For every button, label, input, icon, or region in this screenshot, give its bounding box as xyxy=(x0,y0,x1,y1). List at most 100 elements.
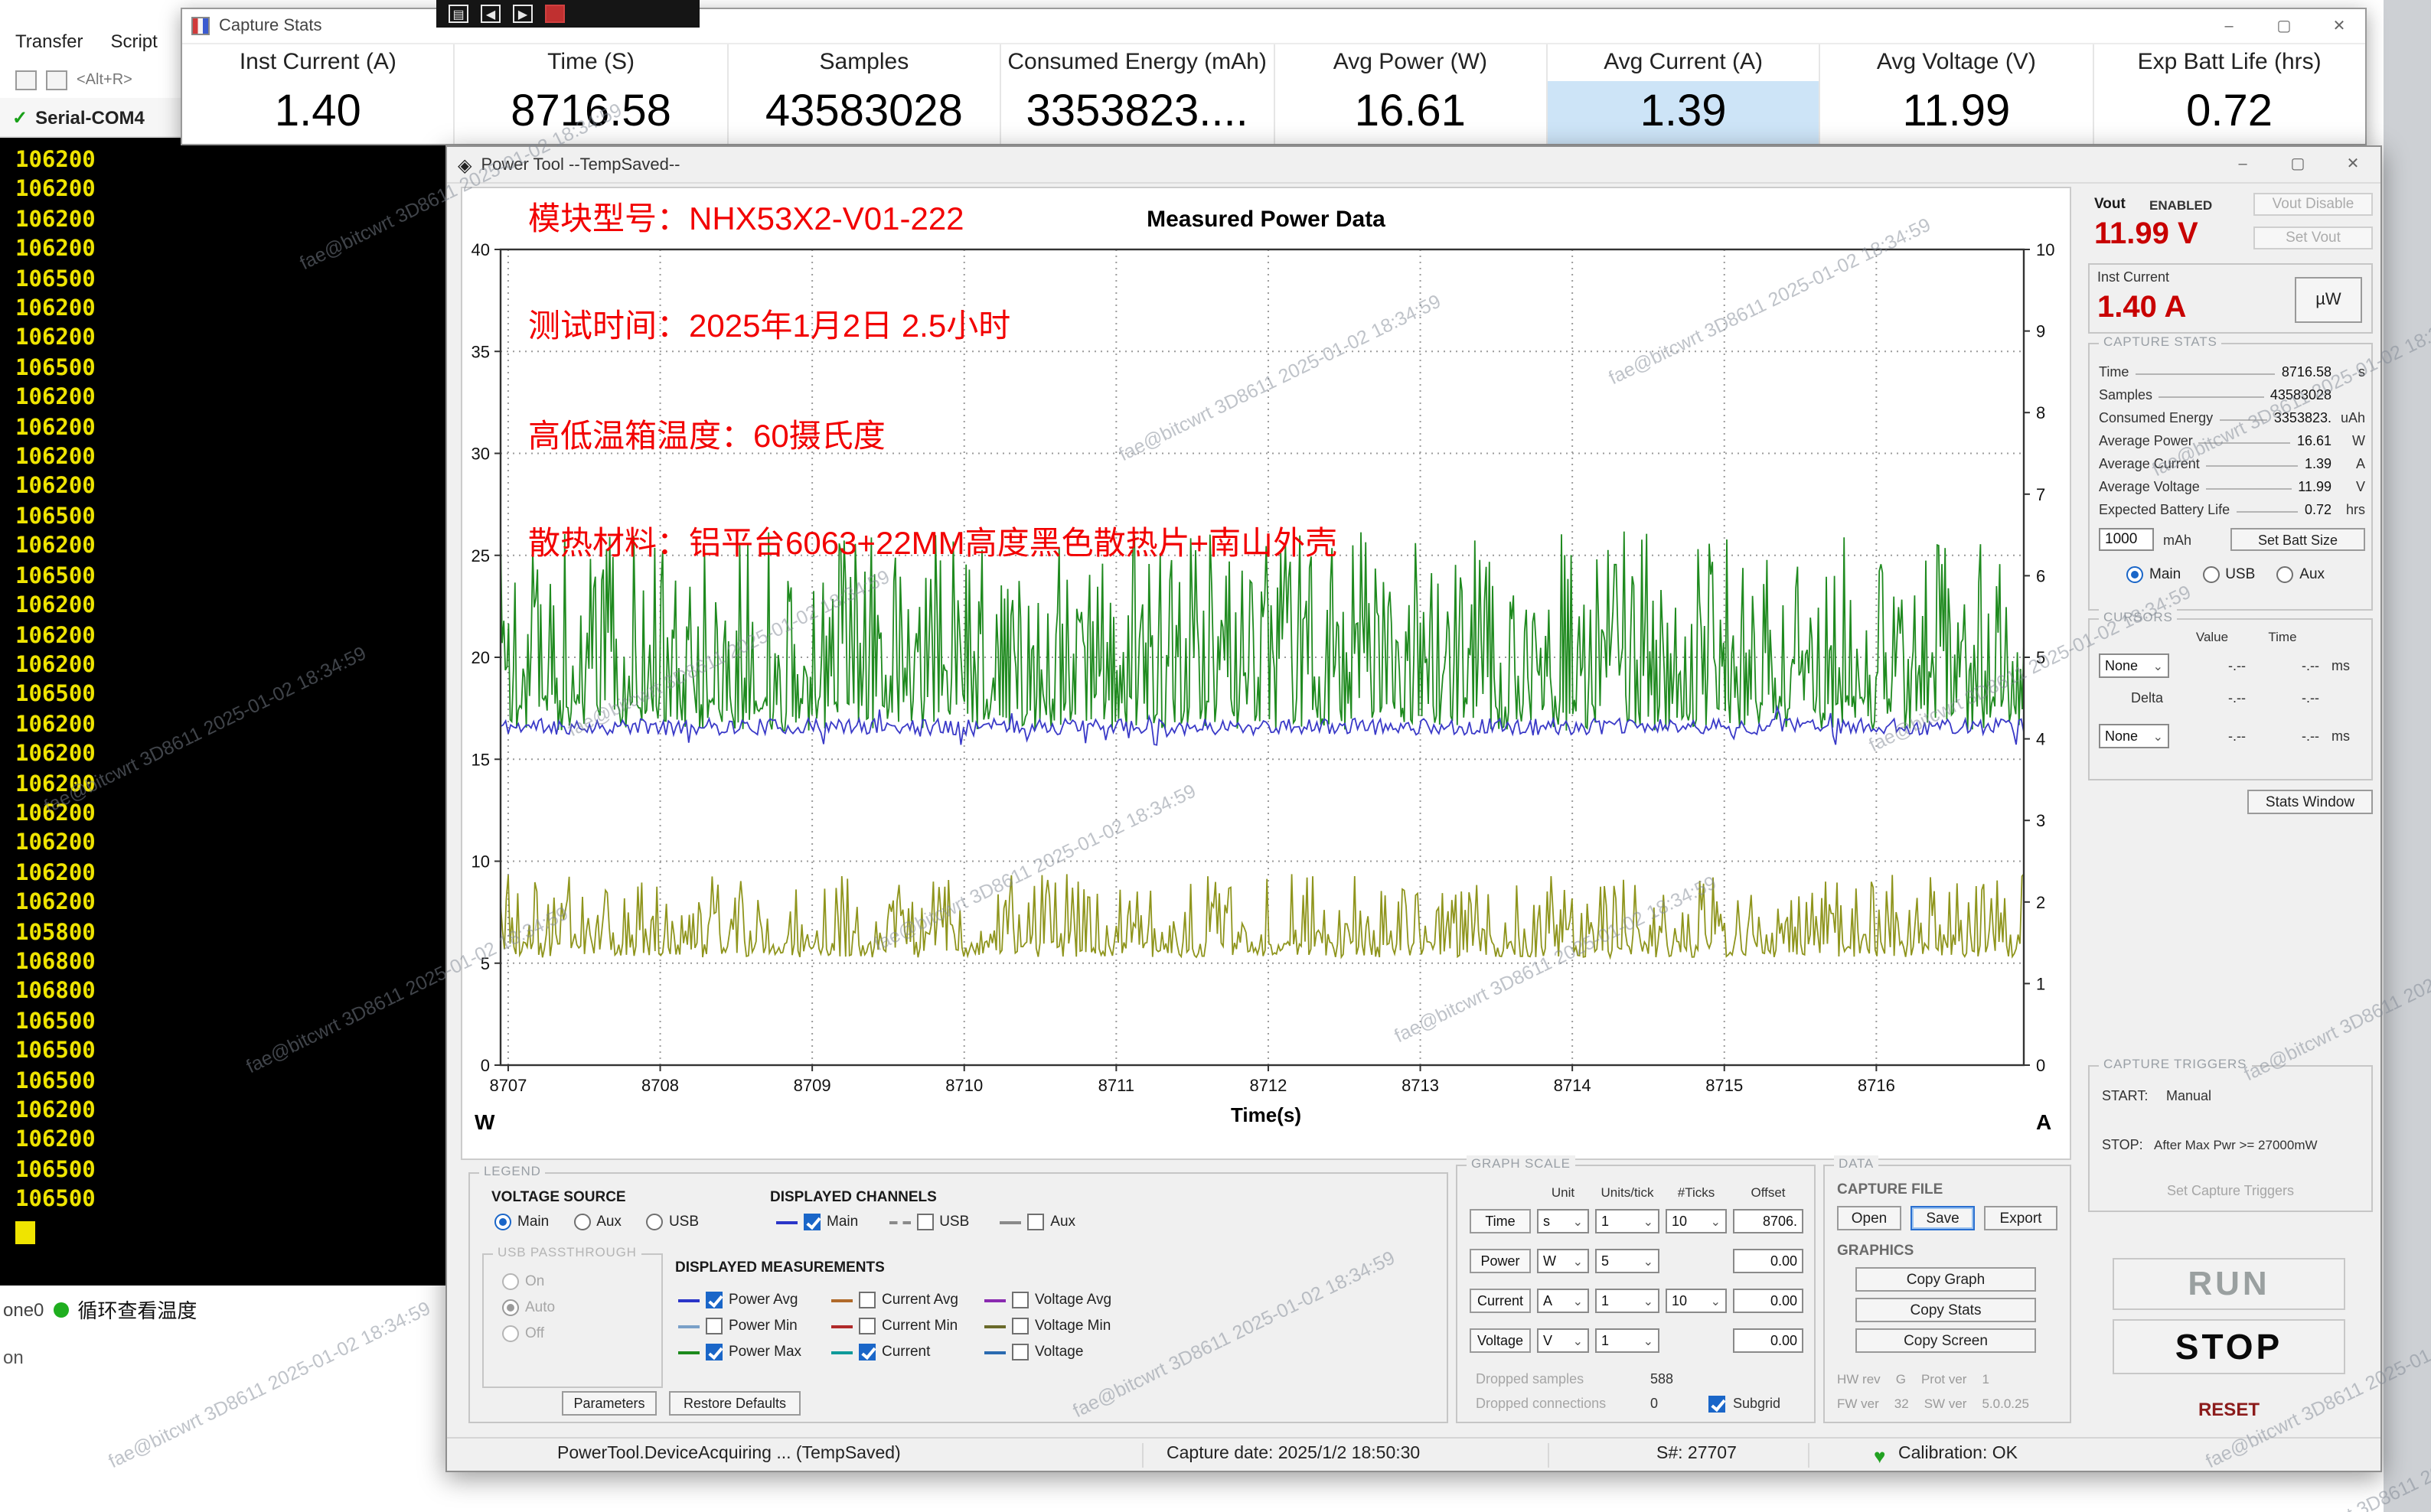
floating-toolbar: ▤ ◀ ▶ xyxy=(436,0,700,28)
stop-button[interactable]: STOP xyxy=(2113,1319,2345,1374)
open-button[interactable]: Open xyxy=(1837,1206,1901,1230)
offset-input[interactable]: 8706. xyxy=(1733,1209,1803,1233)
cursor1-select[interactable]: None xyxy=(2099,653,2169,678)
offset-input[interactable]: 0.00 xyxy=(1733,1289,1803,1313)
displayed-channels-options: Main USB Aux xyxy=(776,1214,1075,1230)
units-per-tick-dropdown[interactable]: 1 xyxy=(1595,1209,1659,1233)
stat-row: Average Power16.61W xyxy=(2096,425,2368,448)
paste-icon[interactable] xyxy=(46,70,67,90)
minimize-button[interactable]: – xyxy=(2226,156,2260,173)
ticks-dropdown[interactable]: 10 xyxy=(1666,1209,1727,1233)
radio-option-aux[interactable]: Aux xyxy=(573,1214,622,1230)
restore-defaults-button[interactable]: Restore Defaults xyxy=(669,1391,801,1416)
channel-option-aux[interactable]: Aux xyxy=(1000,1214,1075,1230)
scale-row-label[interactable]: Voltage xyxy=(1470,1328,1531,1353)
set-vout-button[interactable]: Set Vout xyxy=(2253,226,2373,249)
maximize-button[interactable]: ▢ xyxy=(2267,18,2301,34)
parameters-button[interactable]: Parameters xyxy=(562,1391,657,1416)
stat-column: Consumed Energy (mAh)3353823.... xyxy=(1001,44,1274,144)
stat-row-label: Average Power xyxy=(2099,433,2193,448)
radio-option-usb[interactable]: USB xyxy=(2202,566,2255,583)
svg-text:10: 10 xyxy=(2036,240,2054,259)
measurement-option-voltage-min[interactable]: Voltage Min xyxy=(984,1313,1137,1339)
unit-dropdown[interactable]: A xyxy=(1537,1289,1589,1313)
stat-column-value: 1.40 xyxy=(182,81,454,144)
measurement-option-current-min[interactable]: Current Min xyxy=(831,1313,984,1339)
measurement-option-power-avg[interactable]: Power Avg xyxy=(678,1287,831,1313)
power-tool-titlebar[interactable]: ◈ Power Tool --TempSaved-- – ▢ ✕ xyxy=(447,147,2380,184)
radio-icon xyxy=(573,1214,590,1230)
record-icon[interactable] xyxy=(545,5,565,23)
set-capture-triggers-button[interactable]: Set Capture Triggers xyxy=(2090,1183,2371,1198)
stat-column-value: 1.39 xyxy=(1548,81,1819,144)
cursor2-select[interactable]: None xyxy=(2099,724,2169,748)
measurement-option-current-avg[interactable]: Current Avg xyxy=(831,1287,984,1313)
grid-icon[interactable]: ▤ xyxy=(449,5,468,23)
copy-graph-button[interactable]: Copy Graph xyxy=(1855,1267,2036,1292)
offset-input[interactable]: 0.00 xyxy=(1733,1249,1803,1273)
series-dash-icon xyxy=(678,1299,700,1302)
radio-option-main[interactable]: Main xyxy=(494,1214,549,1230)
svg-text:0: 0 xyxy=(481,1056,490,1075)
checkbox-label: Voltage Min xyxy=(1035,1318,1111,1334)
scale-row-label[interactable]: Current xyxy=(1470,1289,1531,1313)
measurement-option-current[interactable]: Current xyxy=(831,1339,984,1365)
annotation-test-time: 测试时间：2025年1月2日 2.5小时 xyxy=(528,301,1010,347)
ticks-dropdown[interactable]: 10 xyxy=(1666,1289,1727,1313)
measurement-option-voltage[interactable]: Voltage xyxy=(984,1339,1137,1365)
terminal-line: 106200 xyxy=(15,622,453,652)
terminal-line: 106500 xyxy=(15,682,453,712)
unit-dropdown[interactable]: s xyxy=(1537,1209,1589,1233)
radio-option-off[interactable]: Off xyxy=(502,1325,555,1342)
offset-input[interactable]: 0.00 xyxy=(1733,1328,1803,1353)
minimize-button[interactable]: – xyxy=(2212,18,2246,34)
screen: Transfer Script T <Alt+R> ✓ Serial-COM4 … xyxy=(0,0,2431,1512)
capture-stats-window: Capture Stats – ▢ ✕ Inst Current (A)1.40… xyxy=(181,8,2367,145)
back-icon[interactable]: ◀ xyxy=(481,5,501,23)
measurement-option-power-min[interactable]: Power Min xyxy=(678,1313,831,1339)
save-button[interactable]: Save xyxy=(1911,1206,1975,1230)
stats-window-button[interactable]: Stats Window xyxy=(2247,790,2373,814)
terminal-output[interactable]: 1062001062001062001062001065001062001062… xyxy=(0,138,453,1286)
graph-scale-caption: GRAPH SCALE xyxy=(1467,1155,1575,1171)
scale-row-label[interactable]: Power xyxy=(1470,1249,1531,1273)
measurement-option-power-max[interactable]: Power Max xyxy=(678,1339,831,1365)
battery-size-input[interactable]: 1000 xyxy=(2099,528,2154,551)
channel-option-usb[interactable]: USB xyxy=(889,1214,969,1230)
voltage-source-label: VOLTAGE SOURCE xyxy=(491,1189,626,1206)
menu-script[interactable]: Script xyxy=(110,31,157,52)
graph-scale-row: VoltageV1 0.00 xyxy=(1470,1328,1803,1353)
svg-text:0: 0 xyxy=(2036,1056,2045,1075)
copy-screen-button[interactable]: Copy Screen xyxy=(1855,1328,2036,1353)
tab-serial-com4[interactable]: Serial-COM4 xyxy=(35,106,145,128)
radio-option-usb[interactable]: USB xyxy=(646,1214,699,1230)
copy-stats-button[interactable]: Copy Stats xyxy=(1855,1298,2036,1322)
close-button[interactable]: ✕ xyxy=(2322,18,2356,34)
units-per-tick-dropdown[interactable]: 1 xyxy=(1595,1289,1659,1313)
microwatt-button[interactable]: µW xyxy=(2295,277,2362,323)
radio-option-aux[interactable]: Aux xyxy=(2276,566,2325,583)
unit-dropdown[interactable]: V xyxy=(1537,1328,1589,1353)
maximize-button[interactable]: ▢ xyxy=(2281,156,2315,173)
terminal-line: 106500 xyxy=(15,1009,453,1038)
set-batt-size-button[interactable]: Set Batt Size xyxy=(2230,528,2365,551)
unit-dropdown[interactable]: W xyxy=(1537,1249,1589,1273)
units-per-tick-dropdown[interactable]: 5 xyxy=(1595,1249,1659,1273)
run-button[interactable]: RUN xyxy=(2113,1258,2345,1310)
subgrid-checkbox[interactable] xyxy=(1708,1396,1725,1413)
forward-icon[interactable]: ▶ xyxy=(513,5,533,23)
radio-option-auto[interactable]: Auto xyxy=(502,1299,555,1316)
units-per-tick-dropdown[interactable]: 1 xyxy=(1595,1328,1659,1353)
export-button[interactable]: Export xyxy=(1984,1206,2057,1230)
vout-disable-button[interactable]: Vout Disable xyxy=(2253,193,2373,216)
copy-icon[interactable] xyxy=(15,70,37,90)
cursor2-time: -.-- xyxy=(2246,728,2319,744)
radio-option-main[interactable]: Main xyxy=(2126,566,2181,583)
channel-option-main[interactable]: Main xyxy=(776,1214,858,1230)
measurement-option-voltage-avg[interactable]: Voltage Avg xyxy=(984,1287,1137,1313)
radio-option-on[interactable]: On xyxy=(502,1273,555,1290)
scale-row-label[interactable]: Time xyxy=(1470,1209,1531,1233)
close-button[interactable]: ✕ xyxy=(2336,156,2370,173)
menu-transfer[interactable]: Transfer xyxy=(15,31,83,52)
reset-button[interactable]: RESET xyxy=(2113,1399,2345,1420)
